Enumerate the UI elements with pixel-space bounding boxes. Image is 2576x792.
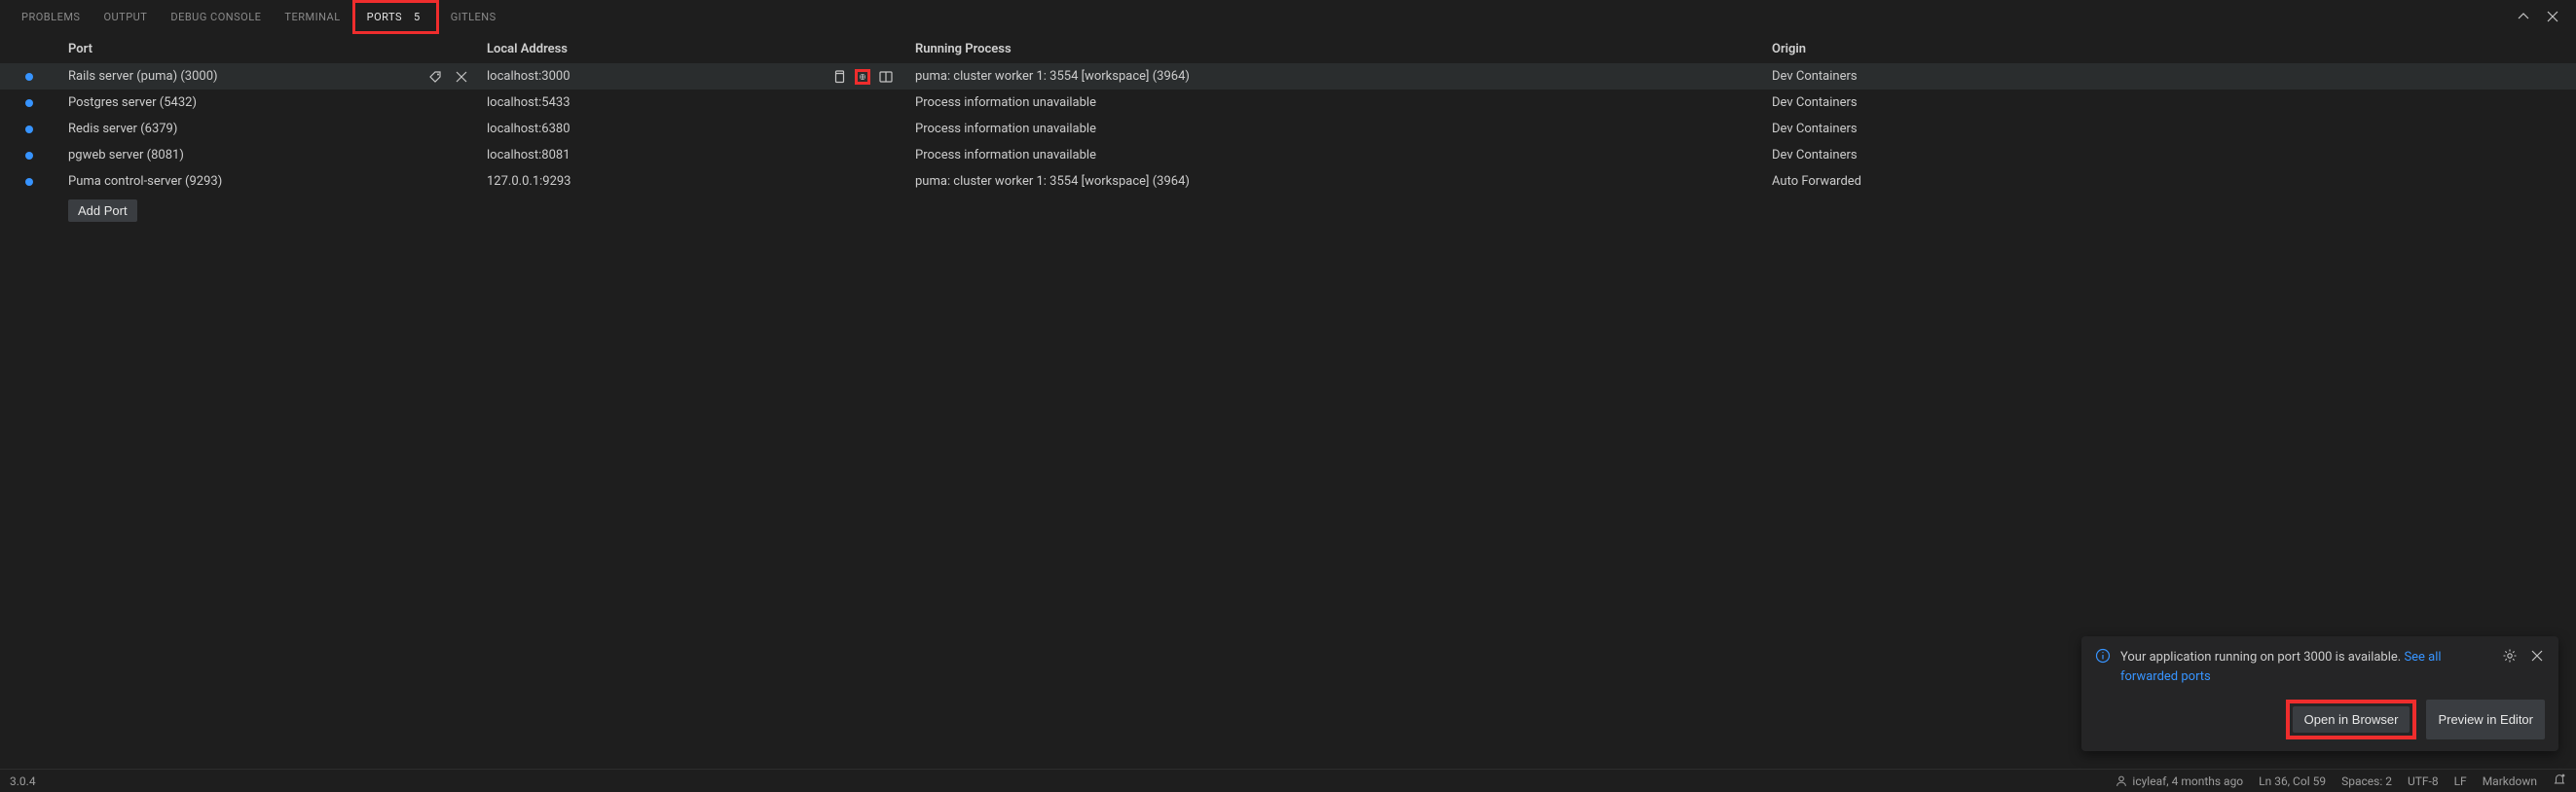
origin: Dev Containers bbox=[1762, 69, 2444, 84]
tab-problems[interactable]: PROBLEMS bbox=[10, 3, 92, 31]
col-local-address[interactable]: Local Address bbox=[477, 42, 905, 56]
gear-icon[interactable] bbox=[2502, 648, 2518, 664]
origin: Dev Containers bbox=[1762, 122, 2444, 136]
port-label: Puma control-server (9293) bbox=[68, 174, 222, 189]
running-process: puma: cluster worker 1: 3554 [workspace]… bbox=[905, 69, 1762, 84]
preview-in-editor-button[interactable]: Preview in Editor bbox=[2426, 700, 2545, 739]
port-label: Postgres server (5432) bbox=[68, 95, 197, 110]
close-panel-icon[interactable] bbox=[2545, 9, 2560, 24]
status-eol[interactable]: LF bbox=[2454, 774, 2467, 788]
local-address: localhost:6380 bbox=[487, 122, 570, 136]
ports-count-badge: 5 bbox=[410, 11, 424, 23]
origin: Dev Containers bbox=[1762, 95, 2444, 110]
col-running-process[interactable]: Running Process bbox=[905, 42, 1762, 56]
open-in-browser-icon[interactable] bbox=[855, 69, 870, 85]
info-icon bbox=[2095, 648, 2111, 667]
tab-terminal[interactable]: TERMINAL bbox=[273, 3, 351, 31]
running-process: puma: cluster worker 1: 3554 [workspace]… bbox=[905, 174, 1762, 189]
local-address: localhost:3000 bbox=[487, 69, 570, 84]
notification-message: Your application running on port 3000 is… bbox=[2120, 648, 2492, 686]
forwarded-indicator-icon bbox=[25, 99, 33, 107]
label-port-icon[interactable] bbox=[428, 69, 444, 85]
status-encoding[interactable]: UTF-8 bbox=[2408, 774, 2439, 788]
panel-actions bbox=[2516, 9, 2566, 24]
table-row[interactable]: Puma control-server (9293) 127.0.0.1:9293… bbox=[0, 168, 2576, 195]
local-address: 127.0.0.1:9293 bbox=[487, 174, 571, 189]
forwarded-indicator-icon bbox=[25, 73, 33, 81]
add-port-button[interactable]: Add Port bbox=[68, 199, 137, 222]
tab-output[interactable]: OUTPUT bbox=[92, 3, 159, 31]
status-version[interactable]: 3.0.4 bbox=[10, 774, 36, 788]
open-in-browser-button[interactable]: Open in Browser bbox=[2293, 706, 2410, 733]
notifications-icon[interactable] bbox=[2553, 773, 2566, 789]
col-origin[interactable]: Origin bbox=[1762, 42, 2444, 56]
tab-ports[interactable]: PORTS 5 bbox=[352, 0, 439, 34]
running-process: Process information unavailable bbox=[905, 148, 1762, 162]
status-spaces[interactable]: Spaces: 2 bbox=[2341, 774, 2392, 788]
tab-gitlens[interactable]: GITLENS bbox=[439, 3, 508, 31]
open-in-browser-highlight: Open in Browser bbox=[2286, 700, 2417, 739]
forwarded-indicator-icon bbox=[25, 152, 33, 160]
port-label: Rails server (puma) (3000) bbox=[68, 69, 218, 84]
running-process: Process information unavailable bbox=[905, 95, 1762, 110]
status-blame[interactable]: icyleaf, 4 months ago bbox=[2115, 774, 2243, 788]
forwarded-indicator-icon bbox=[25, 126, 33, 133]
stop-forward-icon[interactable] bbox=[454, 69, 469, 85]
origin: Dev Containers bbox=[1762, 148, 2444, 162]
maximize-panel-icon[interactable] bbox=[2516, 9, 2531, 24]
notification-toast: Your application running on port 3000 is… bbox=[2081, 636, 2558, 751]
table-row[interactable]: Postgres server (5432) localhost:5433 Proc… bbox=[0, 90, 2576, 116]
tab-ports-label: PORTS bbox=[367, 11, 402, 23]
ports-table: Port Local Address Running Process Origi… bbox=[0, 34, 2576, 226]
table-row[interactable]: pgweb server (8081) localhost:8081 Process… bbox=[0, 142, 2576, 168]
panel-tab-bar: PROBLEMS OUTPUT DEBUG CONSOLE TERMINAL P… bbox=[0, 0, 2576, 34]
preview-in-editor-icon[interactable] bbox=[878, 69, 894, 85]
port-label: Redis server (6379) bbox=[68, 122, 177, 136]
status-bar: 3.0.4 icyleaf, 4 months ago Ln 36, Col 5… bbox=[0, 769, 2576, 792]
running-process: Process information unavailable bbox=[905, 122, 1762, 136]
port-label: pgweb server (8081) bbox=[68, 148, 184, 162]
table-row[interactable]: Redis server (6379) localhost:6380 Process… bbox=[0, 116, 2576, 142]
local-address: localhost:5433 bbox=[487, 95, 570, 110]
close-icon[interactable] bbox=[2529, 648, 2545, 664]
forwarded-indicator-icon bbox=[25, 178, 33, 186]
origin: Auto Forwarded bbox=[1762, 174, 2444, 189]
status-ln-col[interactable]: Ln 36, Col 59 bbox=[2259, 774, 2326, 788]
table-row[interactable]: Rails server (puma) (3000) localhost:3000… bbox=[0, 63, 2576, 90]
ports-table-header: Port Local Address Running Process Origi… bbox=[0, 34, 2576, 63]
tab-debug-console[interactable]: DEBUG CONSOLE bbox=[159, 3, 273, 31]
local-address: localhost:8081 bbox=[487, 148, 570, 162]
copy-address-icon[interactable] bbox=[831, 69, 847, 85]
status-lang[interactable]: Markdown bbox=[2483, 774, 2537, 788]
col-port[interactable]: Port bbox=[58, 42, 477, 56]
